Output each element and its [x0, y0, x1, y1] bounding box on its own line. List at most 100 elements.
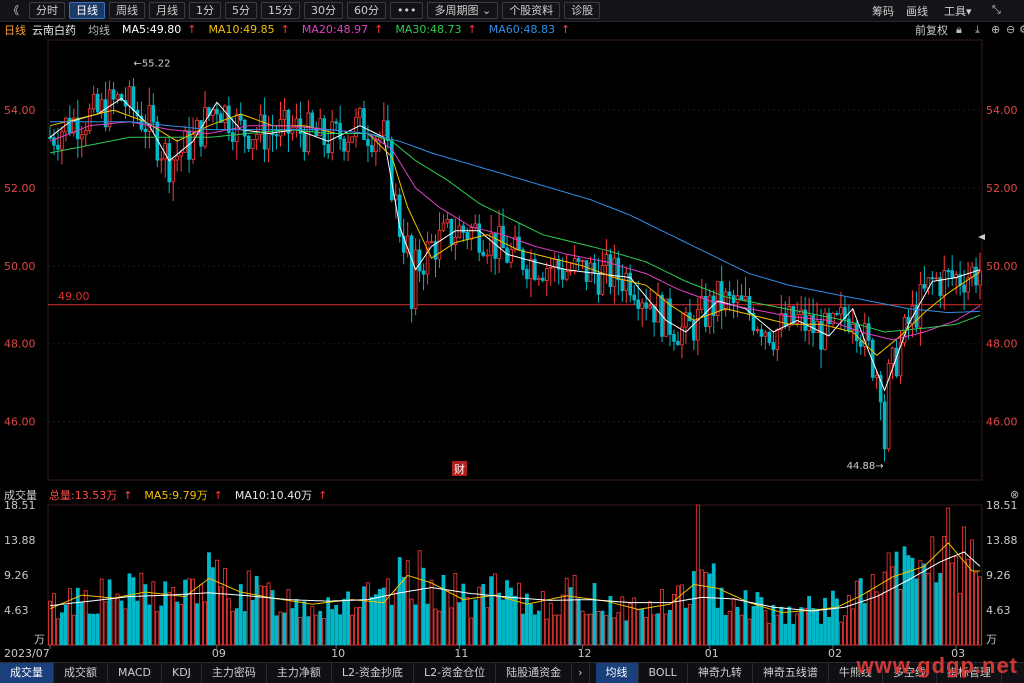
volume-bar — [425, 603, 430, 646]
tab-boll[interactable]: BOLL — [639, 663, 688, 683]
candle-body — [636, 299, 640, 309]
candle-body — [918, 284, 923, 328]
volume-bar — [842, 615, 847, 646]
volume-bar — [811, 608, 815, 646]
tab-l2-position[interactable]: L2-资金仓位 — [414, 663, 497, 683]
tab-turnover[interactable]: 成交额 — [54, 663, 108, 683]
x-tick-label: 2023/07 — [4, 647, 50, 660]
tab-ma[interactable]: 均线 — [595, 663, 639, 683]
volume-bar — [215, 559, 219, 646]
candle-body — [978, 270, 982, 286]
candle-body — [465, 231, 470, 240]
tab-macd[interactable]: MACD — [108, 663, 162, 683]
candle-body — [576, 258, 581, 262]
volume-bar — [878, 594, 883, 646]
volume-tick-right: 4.63 — [986, 604, 1011, 617]
volume-bar — [755, 592, 760, 646]
volume-bar — [751, 606, 756, 646]
candle-body — [882, 401, 887, 450]
candle-body — [922, 284, 927, 289]
volume-bar — [385, 578, 390, 646]
volume-bar — [238, 584, 243, 646]
volume-bar — [362, 586, 366, 646]
volume-bar — [509, 587, 513, 646]
volume-bar — [286, 589, 291, 646]
candle-body — [270, 133, 275, 136]
tab-main-net[interactable]: 主力净额 — [267, 663, 332, 683]
volume-bar — [544, 618, 549, 646]
candle-body — [60, 131, 64, 150]
candle-body — [656, 294, 660, 323]
candle-body — [421, 270, 426, 275]
candle-body — [429, 241, 434, 244]
tab-northbound[interactable]: 陆股通资金 — [496, 663, 573, 683]
tab-l2-bottom[interactable]: L2-资金抄底 — [332, 663, 415, 683]
volume-bar — [771, 604, 776, 646]
volume-bar — [489, 576, 494, 646]
volume-bar — [322, 617, 327, 646]
volume-bar — [258, 585, 263, 646]
volume-bar — [274, 615, 279, 646]
volume-bar — [262, 586, 267, 646]
volume-bar — [83, 590, 88, 646]
volume-bar — [234, 608, 239, 646]
candle-body — [950, 270, 954, 279]
volume-bar — [87, 613, 92, 646]
volume-bar — [807, 596, 812, 646]
candle-body — [231, 132, 235, 142]
tab-main-code[interactable]: 主力密码 — [202, 663, 267, 683]
candle-body — [767, 331, 772, 343]
volume-bar — [409, 598, 414, 646]
candle-body — [727, 291, 732, 296]
tab-nine-turn[interactable]: 神奇九转 — [688, 663, 753, 683]
candle-body — [640, 302, 644, 309]
candle-body — [278, 119, 283, 137]
tab-volume[interactable]: 成交量 — [0, 663, 54, 683]
volume-bar — [608, 595, 613, 646]
volume-bar — [532, 614, 537, 646]
volume-bar — [171, 587, 176, 646]
candle-body — [76, 117, 80, 140]
volume-bar — [954, 556, 959, 646]
volume-bar — [143, 584, 148, 646]
candle-body — [99, 99, 104, 113]
low-annotation: 44.88→ — [847, 461, 884, 472]
volume-bar — [950, 562, 955, 646]
candle-body — [855, 323, 859, 342]
volume-bar — [99, 578, 104, 646]
candle-body — [246, 135, 251, 149]
volume-bar — [910, 557, 915, 646]
volume-bar — [453, 572, 458, 646]
volume-bar — [676, 585, 680, 646]
candle-body — [115, 94, 120, 100]
candle-body — [250, 139, 255, 149]
volume-bar — [226, 598, 231, 646]
volume-bar — [958, 593, 963, 646]
volume-bar — [521, 613, 525, 646]
tab-five-line[interactable]: 神奇五线谱 — [753, 663, 829, 683]
candle-body — [417, 249, 422, 272]
candle-body — [644, 302, 648, 309]
candle-body — [103, 99, 108, 128]
volume-bar — [207, 552, 211, 646]
volume-bar — [485, 607, 490, 646]
candle-body — [437, 229, 442, 260]
candle-body — [739, 295, 744, 300]
candle-body — [175, 155, 179, 161]
candle-body — [199, 120, 203, 147]
candle-body — [302, 133, 307, 153]
tab-kdj[interactable]: KDJ — [162, 663, 202, 683]
volume-bar — [815, 608, 819, 646]
candle-body — [91, 93, 96, 110]
volume-bar — [107, 579, 112, 646]
stock-chart[interactable]: 54.00 54.00 52.00 52.00 50.00 50.00 48.00 48.00… — [0, 0, 1024, 662]
volume-bar — [850, 608, 855, 646]
candle-body — [485, 254, 489, 257]
price-tick-right: 46.00 — [986, 416, 1018, 429]
tabs-scroll-right-icon[interactable]: › — [572, 663, 590, 683]
candle-body — [564, 271, 569, 280]
finance-marker-label: 财 — [454, 462, 465, 476]
volume-bar — [862, 603, 867, 646]
volume-bar — [827, 616, 831, 646]
volume-bar — [437, 610, 442, 646]
